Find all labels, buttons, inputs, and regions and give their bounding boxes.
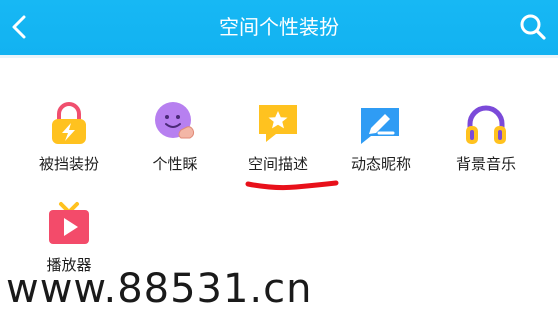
headphones-icon: [466, 105, 506, 144]
item-label: 空间描述: [247, 155, 308, 173]
page-title: 空间个性装扮: [219, 15, 339, 39]
pen-chat-icon: [361, 108, 399, 144]
item-label: 背景音乐: [455, 155, 516, 173]
lock-bolt-icon: [52, 102, 86, 144]
item-label: 被挡装扮: [38, 155, 99, 173]
item-dynamic-nickname[interactable]: 动态昵称: [331, 100, 431, 174]
item-background-music[interactable]: 背景音乐: [436, 100, 536, 174]
star-speech-bubble-icon: [259, 105, 297, 142]
watermark-text: www.88531.cn: [6, 266, 313, 312]
item-blocked-decoration[interactable]: 被挡装扮: [19, 100, 119, 174]
item-label: 动态昵称: [350, 155, 411, 173]
app-header: 空间个性装扮: [0, 0, 558, 55]
purple-face-thumb-icon: [155, 102, 195, 139]
search-icon[interactable]: [518, 12, 548, 42]
item-personal-like[interactable]: 个性睬: [125, 100, 225, 174]
tv-play-icon: [49, 202, 89, 244]
item-label: 个性睬: [152, 155, 198, 173]
header-divider: [0, 55, 558, 58]
red-underline-annotation: [245, 180, 339, 191]
item-space-description[interactable]: 空间描述: [228, 100, 328, 174]
